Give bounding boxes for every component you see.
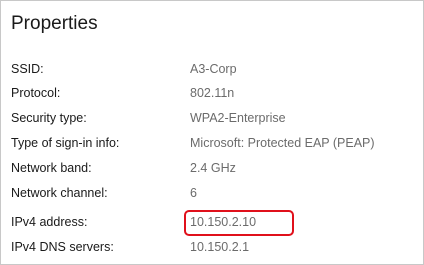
ipv4-dns-servers-value: 10.150.2.1 <box>190 240 250 254</box>
ssid-label: SSID: <box>11 62 44 76</box>
ipv4-address-label: IPv4 address: <box>11 215 88 229</box>
protocol-label: Protocol: <box>11 86 61 100</box>
properties-panel: Properties SSID: A3-Corp Protocol: 802.1… <box>0 0 424 265</box>
network-channel-label: Network channel: <box>11 186 108 200</box>
property-row-sign-in-info: Type of sign-in info: Microsoft: Protect… <box>1 134 424 156</box>
property-row-ssid: SSID: A3-Corp <box>1 60 424 82</box>
properties-title: Properties <box>11 13 98 34</box>
network-channel-value: 6 <box>190 186 197 200</box>
protocol-value: 802.11n <box>190 86 235 100</box>
ssid-value: A3-Corp <box>190 62 237 76</box>
network-band-label: Network band: <box>11 161 92 175</box>
property-row-network-band: Network band: 2.4 GHz <box>1 159 424 181</box>
property-row-security-type: Security type: WPA2-Enterprise <box>1 109 424 131</box>
ipv4-dns-servers-label: IPv4 DNS servers: <box>11 240 114 254</box>
property-row-network-channel: Network channel: 6 <box>1 184 424 206</box>
security-type-label: Security type: <box>11 111 87 125</box>
security-type-value: WPA2-Enterprise <box>190 111 286 125</box>
sign-in-info-value: Microsoft: Protected EAP (PEAP) <box>190 136 375 150</box>
network-band-value: 2.4 GHz <box>190 161 236 175</box>
property-row-protocol: Protocol: 802.11n <box>1 84 424 106</box>
sign-in-info-label: Type of sign-in info: <box>11 136 120 150</box>
property-row-ipv4-dns-servers: IPv4 DNS servers: 10.150.2.1 <box>1 238 424 260</box>
ipv4-address-highlight-box <box>184 210 294 236</box>
